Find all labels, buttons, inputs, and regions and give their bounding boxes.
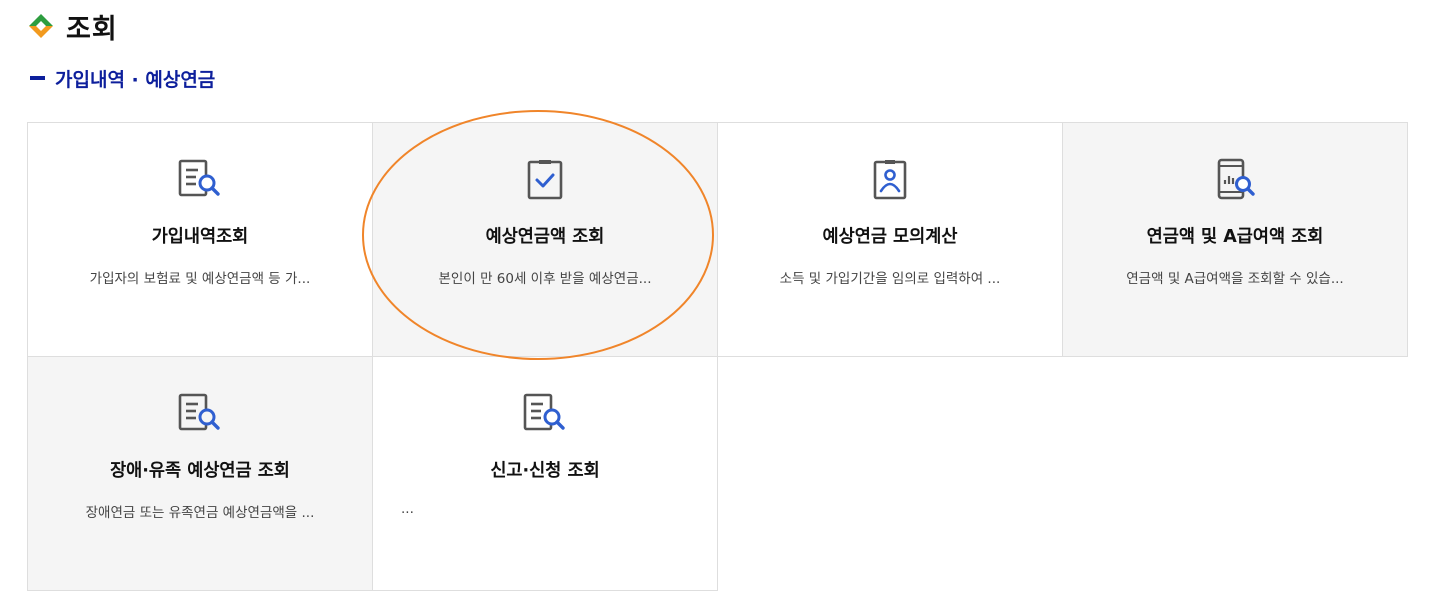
page-title: 조회	[28, 6, 118, 46]
card-title: 예상연금액 조회	[485, 227, 605, 247]
document-search-icon	[523, 393, 565, 431]
card-description: ...	[401, 501, 414, 517]
card-title: 가입내역조회	[151, 227, 249, 247]
card-expected-pension[interactable]: 예상연금액 조회 본인이 만 60세 이후 받을 예상연금...	[372, 122, 718, 357]
clipboard-check-icon	[527, 160, 563, 200]
service-card-grid: 가입내역조회 가입자의 보험료 및 예상연금액 등 가... 예상연금액 조회 …	[27, 122, 1408, 592]
document-search-icon	[178, 159, 220, 197]
card-report-application[interactable]: 신고·신청 조회 ...	[372, 356, 718, 591]
card-pension-simulation[interactable]: 예상연금 모의계산 소득 및 가입기간을 임의로 입력하여 ...	[717, 122, 1063, 357]
card-title: 예상연금 모의계산	[822, 227, 958, 247]
card-title: 장애·유족 예상연금 조회	[110, 461, 290, 481]
card-disability-survivor-pension[interactable]: 장애·유족 예상연금 조회 장애연금 또는 유족연금 예상연금액을 ...	[27, 356, 373, 591]
card-description: 장애연금 또는 유족연금 예상연금액을 ...	[85, 505, 315, 521]
card-title: 연금액 및 A급여액 조회	[1146, 227, 1324, 247]
phone-chart-search-icon	[1217, 158, 1255, 200]
card-pension-benefit-amount[interactable]: 연금액 및 A급여액 조회 연금액 및 A급여액을 조회할 수 있습...	[1062, 122, 1408, 357]
card-description: 연금액 및 A급여액을 조회할 수 있습...	[1126, 271, 1344, 287]
card-description: 가입자의 보험료 및 예상연금액 등 가...	[89, 271, 311, 287]
diamond-icon	[29, 14, 53, 38]
section-title: 가입내역 · 예상연금	[30, 62, 215, 94]
section-title-text: 가입내역 · 예상연금	[55, 68, 216, 91]
page-title-text: 조회	[66, 13, 118, 45]
card-description: 소득 및 가입기간을 임의로 입력하여 ...	[779, 271, 1001, 287]
document-search-icon	[178, 393, 220, 431]
card-title: 신고·신청 조회	[490, 461, 600, 481]
id-badge-icon	[873, 160, 907, 200]
section-dash	[30, 76, 45, 80]
card-description: 본인이 만 60세 이후 받을 예상연금...	[438, 271, 652, 287]
card-subscription-history[interactable]: 가입내역조회 가입자의 보험료 및 예상연금액 등 가...	[27, 122, 373, 357]
